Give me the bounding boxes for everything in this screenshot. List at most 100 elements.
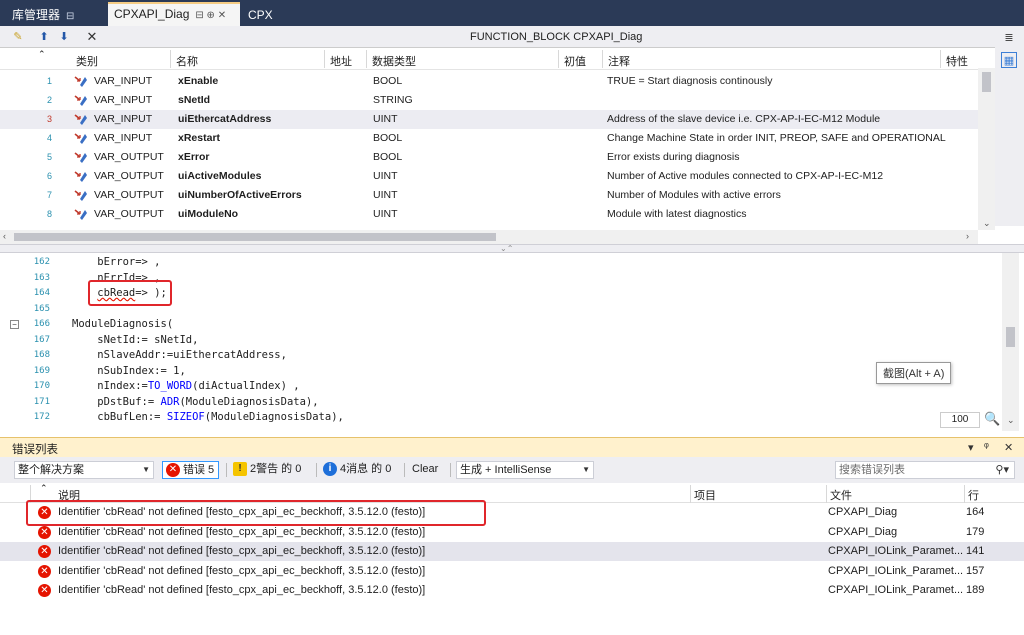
cell-comment: TRUE = Start diagnosis continously [607, 75, 773, 87]
error-list-title-bar: 错误列表 ▾ ᵠ ✕ [0, 437, 1024, 457]
side-tool-strip: ≣ ▦ [995, 26, 1024, 226]
declaration-row[interactable]: 6 VAR_OUTPUT uiActiveModules UINT Number of … [0, 167, 978, 186]
tab-cpx[interactable]: CPX [242, 4, 279, 26]
pin-icon[interactable]: ᵠ [984, 441, 989, 453]
error-desc: Identifier 'cbRead' not defined [festo_c… [58, 525, 426, 538]
code-line[interactable]: 170 nIndex:=TO_WORD(diActualIndex) , [0, 379, 1000, 394]
scroll-thumb[interactable] [1006, 327, 1015, 347]
sort-icon[interactable]: ⌃ [38, 49, 46, 60]
column-header[interactable]: 类别 [76, 53, 98, 69]
output-variable-icon [74, 170, 88, 182]
tabular-view-icon[interactable]: ▦ [1001, 52, 1017, 68]
errors-filter-button[interactable]: ✕ 错误 5 [162, 461, 220, 479]
splitter-grip-icon[interactable]: ⌄⌃ [500, 244, 513, 253]
pane-splitter[interactable]: ⌄⌃ [0, 244, 1024, 253]
scroll-left-icon[interactable]: ‹ [3, 231, 6, 241]
code-line[interactable]: 171 pDstBuf:= ADR(ModuleDiagnosisData), [0, 395, 1000, 410]
error-line: 189 [966, 584, 985, 596]
close-icon[interactable]: ✕ [1004, 441, 1013, 454]
column-header[interactable]: 文件 [830, 487, 852, 503]
scroll-thumb[interactable] [14, 233, 496, 241]
declaration-row[interactable]: 8 VAR_OUTPUT uiModuleNo UINT Module with lat… [0, 205, 978, 224]
delete-icon[interactable]: ✕ [84, 29, 100, 45]
fold-toggle-icon[interactable]: − [10, 320, 19, 329]
cell-comment: Error exists during diagnosis [607, 151, 740, 163]
output-variable-icon [74, 189, 88, 201]
code-text: bError=> , [72, 256, 161, 268]
scroll-down-icon[interactable]: ⌄ [983, 218, 991, 229]
code-line[interactable]: 166 − ModuleDiagnosis( [0, 317, 1000, 332]
tab-cpxapi-diag[interactable]: CPXAPI_Diag ⊟ ⊕ ✕ [108, 2, 240, 26]
error-row[interactable]: ✕ Identifier 'cbRead' not defined [festo_… [0, 562, 1024, 581]
code-line[interactable]: 168 nSlaveAddr:=uiEthercatAddress, [0, 348, 1000, 363]
tab-library-manager[interactable]: 库管理器 ⊟ [6, 4, 80, 26]
declaration-row[interactable]: 1 VAR_INPUT xEnable BOOL TRUE = Start diagno… [0, 72, 978, 91]
declaration-row[interactable]: 7 VAR_OUTPUT uiNumberOfActiveErrors UINT Num… [0, 186, 978, 205]
scope-select[interactable]: 整个解决方案 ▼ [14, 461, 154, 479]
move-up-icon[interactable]: ⬆ [36, 29, 52, 45]
scroll-thumb[interactable] [982, 72, 991, 92]
declaration-row[interactable]: 3 VAR_INPUT uiEthercatAddress UINT Address o… [0, 110, 978, 129]
output-variable-icon [74, 151, 88, 163]
code-line[interactable]: 172 cbBufLen:= SIZEOF(ModuleDiagnosisDat… [0, 410, 1000, 425]
code-text: nIndex:=TO_WORD(diActualIndex) , [72, 380, 300, 392]
declaration-horizontal-scrollbar[interactable]: ‹ › [0, 230, 978, 244]
tab-label: 库管理器 [12, 8, 61, 22]
declaration-row[interactable]: 2 VAR_INPUT sNetId STRING [0, 91, 978, 110]
chevron-down-icon: ▼ [142, 465, 150, 474]
textual-view-icon[interactable]: ≣ [1001, 30, 1017, 46]
build-filter-select[interactable]: 生成 + IntelliSense ▼ [456, 461, 594, 479]
code-text: nSubIndex:= 1, [72, 364, 186, 377]
error-row[interactable]: ✕ Identifier 'cbRead' not defined [festo_… [0, 581, 1024, 600]
messages-filter-button[interactable]: i 4消息 的 0 [320, 461, 395, 479]
column-header[interactable]: 注释 [608, 53, 630, 69]
declaration-toolbar: ✎ ⬆ ⬇ ✕ FUNCTION_BLOCK CPXAPI_Diag [0, 26, 1024, 48]
line-number: 163 [33, 272, 50, 283]
sort-icon[interactable]: ⌃ [40, 483, 48, 494]
cell-cls: VAR_INPUT [94, 94, 153, 106]
search-icon[interactable]: ⚲▾ [995, 462, 1009, 478]
search-error-list-input[interactable]: 搜索错误列表 ⚲▾ [835, 461, 1015, 479]
dropdown-icon[interactable]: ▾ [968, 441, 974, 454]
column-header[interactable]: 特性 [946, 53, 968, 69]
scroll-right-icon[interactable]: › [966, 231, 969, 241]
column-header[interactable]: 行 [968, 487, 979, 503]
error-row[interactable]: ✕ Identifier 'cbRead' not defined [festo_… [0, 542, 1024, 561]
cell-comment: Number of Modules with active errors [607, 189, 781, 201]
line-number: 172 [33, 412, 50, 422]
error-list-toolbar: 整个解决方案 ▼ ✕ 错误 5 ! 2警告 的 0 i 4消息 的 0 Clear… [0, 457, 1024, 483]
column-header[interactable]: 初值 [564, 53, 586, 69]
column-header[interactable]: 数据类型 [372, 53, 416, 69]
zoom-magnifier-icon[interactable]: 🔍 [984, 411, 1000, 427]
code-line[interactable]: 169 nSubIndex:= 1, [0, 364, 1000, 379]
move-down-icon[interactable]: ⬇ [56, 29, 72, 45]
column-header[interactable]: 项目 [694, 487, 716, 503]
clear-button[interactable]: Clear [404, 461, 442, 479]
declaration-table: ⌃ 类别 名称 地址 数据类型 初值 注释 特性 1 VAR_INPUT xEnab… [0, 48, 995, 244]
cell-name: uiModuleNo [178, 208, 239, 220]
code-line[interactable]: 162 bError=> , [0, 255, 1000, 270]
line-number: 4 [46, 133, 52, 143]
line-number: 2 [46, 95, 52, 105]
declaration-row[interactable]: 5 VAR_OUTPUT xError BOOL Error exists during… [0, 148, 978, 167]
pin-icon[interactable]: ⊟ [66, 11, 74, 22]
code-line[interactable]: 167 sNetId:= sNetId, [0, 333, 1000, 348]
info-icon: i [323, 462, 337, 476]
cell-type: BOOL [373, 75, 403, 87]
warnings-filter-button[interactable]: ! 2警告 的 0 [230, 461, 305, 479]
scroll-down-icon[interactable]: ⌄ [1007, 415, 1015, 426]
code-vertical-scrollbar[interactable]: ⌄ [1002, 253, 1019, 431]
column-header[interactable]: 地址 [330, 53, 352, 69]
code-text: ModuleDiagnosis( [72, 318, 174, 330]
cell-comment: Address of the slave device i.e. CPX-AP-… [607, 113, 881, 125]
tab-controls-icon[interactable]: ⊟ ⊕ ✕ [195, 10, 226, 21]
cell-cls: VAR_INPUT [94, 113, 153, 125]
line-number: 166 [33, 319, 50, 329]
cell-name: xError [178, 151, 210, 163]
edit-icon[interactable]: ✎ [10, 29, 26, 45]
cell-name: xRestart [178, 132, 221, 144]
declaration-vertical-scrollbar[interactable]: ⌄ [978, 68, 995, 230]
zoom-level-field[interactable]: 100 [940, 412, 980, 428]
declaration-row[interactable]: 4 VAR_INPUT xRestart BOOL Change Machine Sta… [0, 129, 978, 148]
column-header[interactable]: 名称 [176, 53, 198, 69]
